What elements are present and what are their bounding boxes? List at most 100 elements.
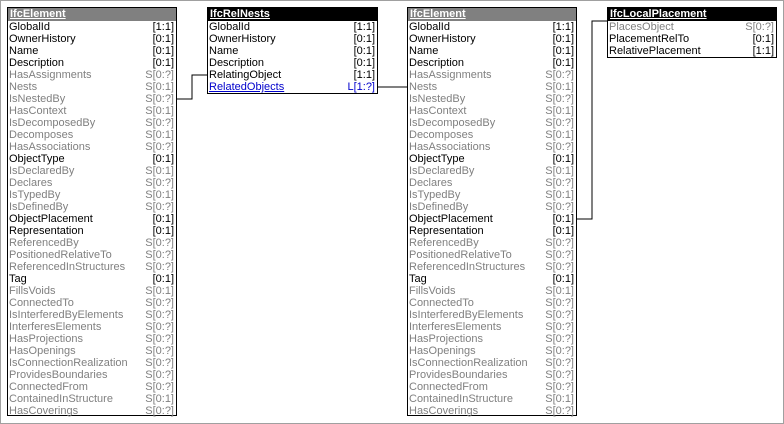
attribute-row[interactable]: ConnectedTo S[0:?] [8,297,176,309]
attribute-row[interactable]: ReferencedBy S[0:?] [408,237,576,249]
attribute-row[interactable]: RelatedObjects L[1:?] [208,81,377,93]
attribute-row[interactable]: Name [0:1] [408,45,576,57]
attribute-row[interactable]: HasAssociations S[0:?] [8,141,176,153]
attribute-row[interactable]: HasAssociations S[0:?] [408,141,576,153]
attribute-row[interactable]: HasContext S[0:1] [8,105,176,117]
attribute-row[interactable]: Nests S[0:1] [408,81,576,93]
attribute-row[interactable]: Representation [0:1] [408,225,576,237]
attribute-row[interactable]: HasOpenings S[0:?] [408,345,576,357]
attribute-row[interactable]: Declares S[0:?] [408,177,576,189]
entity-ifcelement-right[interactable]: IfcElement GlobalId [1:1] OwnerHistory [0:1… [407,7,577,417]
attribute-cardinality: S[0:?] [545,201,574,213]
attribute-row[interactable]: ProvidesBoundaries S[0:?] [8,369,176,381]
attribute-row[interactable]: RelativePlacement [1:1] [608,45,776,57]
entity-ifclocalplacement[interactable]: IfcLocalPlacement PlacesObject S[0:?] Plac… [607,7,777,58]
attribute-row[interactable]: HasOpenings S[0:?] [8,345,176,357]
attribute-row[interactable]: ContainedInStructure S[0:1] [408,393,576,405]
attribute-row[interactable]: IsNestedBy S[0:?] [8,93,176,105]
attribute-row[interactable]: Description [0:1] [8,57,176,69]
attribute-row[interactable]: IsDecomposedBy S[0:?] [408,117,576,129]
attribute-cardinality: S[0:?] [545,261,574,273]
attribute-row[interactable]: HasAssignments S[0:?] [408,69,576,81]
attribute-row[interactable]: OwnerHistory [0:1] [8,33,176,45]
attribute-cardinality: [0:1] [152,153,174,165]
attribute-row[interactable]: HasAssignments S[0:?] [8,69,176,81]
attribute-name: IsDecomposedBy [9,117,96,129]
attribute-name: ObjectType [9,153,65,165]
attribute-row[interactable]: HasProjections S[0:?] [8,333,176,345]
attribute-row[interactable]: ProvidesBoundaries S[0:?] [408,369,576,381]
attribute-name: ReferencedInStructures [9,261,126,273]
attribute-row[interactable]: IsTypedBy S[0:1] [8,189,176,201]
attribute-row[interactable]: ObjectType [0:1] [408,153,576,165]
attribute-row[interactable]: PlacesObject S[0:?] [608,21,776,33]
attribute-row[interactable]: IsInterferedByElements S[0:?] [8,309,176,321]
attribute-name: HasContext [409,105,467,117]
attribute-cardinality: [0:1] [552,273,574,285]
attribute-row[interactable]: PositionedRelativeTo S[0:?] [8,249,176,261]
attribute-row[interactable]: Decomposes S[0:1] [408,129,576,141]
attribute-row[interactable]: Description [0:1] [408,57,576,69]
attribute-cardinality: S[0:1] [145,285,174,297]
attribute-row[interactable]: ObjectPlacement [0:1] [8,213,176,225]
entity-ifcelement-left[interactable]: IfcElement GlobalId [1:1] OwnerHistory [0:1… [7,7,177,417]
attribute-row[interactable]: Nests S[0:1] [8,81,176,93]
attribute-row[interactable]: Tag [0:1] [408,273,576,285]
attribute-row[interactable]: IsNestedBy S[0:?] [408,93,576,105]
attribute-row[interactable]: Tag [0:1] [8,273,176,285]
attribute-name: HasAssignments [9,69,92,81]
attribute-row[interactable]: IsDeclaredBy S[0:1] [408,165,576,177]
attribute-name: ProvidesBoundaries [409,369,508,381]
attribute-row[interactable]: OwnerHistory [0:1] [408,33,576,45]
attribute-row[interactable]: ObjectPlacement [0:1] [408,213,576,225]
attribute-row[interactable]: IsDeclaredBy S[0:1] [8,165,176,177]
attribute-row[interactable]: FillsVoids S[0:1] [8,285,176,297]
attribute-row[interactable]: ReferencedInStructures S[0:?] [408,261,576,273]
attribute-row[interactable]: IsTypedBy S[0:1] [408,189,576,201]
attribute-name: IsDeclaredBy [9,165,75,177]
attribute-row[interactable]: IsDecomposedBy S[0:?] [8,117,176,129]
attribute-row[interactable]: Description [0:1] [208,57,377,69]
entity-ifcrelnests[interactable]: IfcRelNests GlobalId [1:1] OwnerHistory [0:… [207,7,378,94]
attribute-row[interactable]: Decomposes S[0:1] [8,129,176,141]
attribute-cardinality: S[0:?] [545,93,574,105]
attribute-row[interactable]: GlobalId [1:1] [408,21,576,33]
attribute-row[interactable]: PlacementRelTo [0:1] [608,33,776,45]
attribute-row[interactable]: ConnectedFrom S[0:?] [408,381,576,393]
attribute-name: HasAssignments [409,69,492,81]
attribute-row[interactable]: GlobalId [1:1] [208,21,377,33]
attribute-row[interactable]: IsDefinedBy S[0:?] [8,201,176,213]
attribute-row[interactable]: Name [0:1] [8,45,176,57]
attribute-row[interactable]: HasContext S[0:1] [408,105,576,117]
attribute-row[interactable]: PositionedRelativeTo S[0:?] [408,249,576,261]
attribute-row[interactable]: GlobalId [1:1] [8,21,176,33]
attribute-row[interactable]: InterferesElements S[0:?] [408,321,576,333]
attribute-row[interactable]: ConnectedTo S[0:?] [408,297,576,309]
attribute-row[interactable]: Representation [0:1] [8,225,176,237]
entity-header[interactable]: IfcElement [408,8,576,21]
entity-header[interactable]: IfcRelNests [208,8,377,21]
attribute-row[interactable]: ContainedInStructure S[0:1] [8,393,176,405]
attribute-row[interactable]: InterferesElements S[0:?] [8,321,176,333]
attribute-row[interactable]: ReferencedBy S[0:?] [8,237,176,249]
attribute-name: HasOpenings [9,345,76,357]
attribute-row[interactable]: HasProjections S[0:?] [408,333,576,345]
attribute-row[interactable]: OwnerHistory [0:1] [208,33,377,45]
attribute-row[interactable]: FillsVoids S[0:1] [408,285,576,297]
attribute-row[interactable]: HasCoverings S[0:?] [8,405,176,417]
attribute-name: HasContext [9,105,67,117]
entity-header[interactable]: IfcLocalPlacement [608,8,776,21]
entity-title: IfcElement [10,8,66,20]
attribute-row[interactable]: ConnectedFrom S[0:?] [8,381,176,393]
attribute-row[interactable]: RelatingObject [1:1] [208,69,377,81]
attribute-row[interactable]: Name [0:1] [208,45,377,57]
attribute-row[interactable]: HasCoverings S[0:?] [408,405,576,417]
attribute-row[interactable]: IsConnectionRealization S[0:?] [8,357,176,369]
attribute-row[interactable]: ObjectType [0:1] [8,153,176,165]
attribute-row[interactable]: IsConnectionRealization S[0:?] [408,357,576,369]
attribute-row[interactable]: ReferencedInStructures S[0:?] [8,261,176,273]
entity-header[interactable]: IfcElement [8,8,176,21]
attribute-row[interactable]: IsInterferedByElements S[0:?] [408,309,576,321]
attribute-row[interactable]: IsDefinedBy S[0:?] [408,201,576,213]
attribute-row[interactable]: Declares S[0:?] [8,177,176,189]
